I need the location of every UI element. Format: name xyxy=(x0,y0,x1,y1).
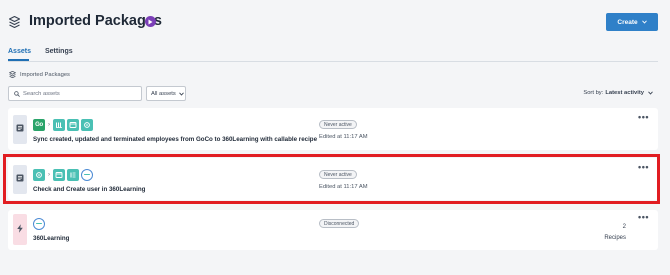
asset-name[interactable]: Sync created, updated and terminated emp… xyxy=(33,136,317,143)
lightning-icon xyxy=(13,214,27,245)
more-options-icon[interactable]: ••• xyxy=(638,213,649,222)
tab-bar: Assets Settings xyxy=(8,46,658,62)
chevron-down-icon xyxy=(648,91,653,95)
breadcrumb: Imported Packages xyxy=(9,71,70,78)
recipes-label: Recipes xyxy=(604,235,626,241)
asset-filter-dropdown[interactable]: All assets xyxy=(146,86,186,101)
asset-name[interactable]: 360Learning xyxy=(33,235,69,242)
asset-card-recipe[interactable]: Go › Sync created, updated and terminate… xyxy=(8,108,658,150)
create-button-label: Create xyxy=(617,18,638,26)
search-box xyxy=(8,86,142,101)
sort-prefix: Sort by: xyxy=(583,90,604,96)
edited-time: Edited at 11:17 AM xyxy=(319,134,368,140)
sort-dropdown[interactable]: Sort by: Latest activity xyxy=(583,90,653,96)
chevron-down-icon xyxy=(641,20,647,24)
360learning-app-icon xyxy=(33,218,45,230)
gear-app-icon xyxy=(81,119,93,131)
create-button[interactable]: Create xyxy=(606,13,658,31)
breadcrumb-label: Imported Packages xyxy=(20,71,70,78)
sheet-app-icon xyxy=(53,119,65,131)
search-icon xyxy=(14,90,20,97)
package-badge-icon xyxy=(145,16,156,27)
status-badge: Never active xyxy=(319,120,357,129)
selection-highlight xyxy=(3,154,660,204)
recipe-icon xyxy=(13,115,27,144)
package-stack-icon xyxy=(9,16,20,28)
package-stack-icon xyxy=(9,71,16,78)
search-input[interactable] xyxy=(23,88,137,99)
filter-label: All assets xyxy=(151,90,176,97)
status-badge: Disconnected xyxy=(319,219,360,228)
more-options-icon[interactable]: ••• xyxy=(638,113,649,122)
goco-app-icon: Go xyxy=(33,119,45,131)
sort-value: Latest activity xyxy=(605,90,644,96)
page-header: Imported Packages Create xyxy=(8,12,658,36)
tab-settings[interactable]: Settings xyxy=(45,48,73,55)
recipes-count: 2 xyxy=(622,224,626,230)
chevron-right-icon: › xyxy=(48,122,50,128)
connection-app xyxy=(33,218,45,230)
chevron-down-icon xyxy=(178,91,184,96)
asset-card-connection[interactable]: 360Learning Disconnected 2 Recipes ••• xyxy=(8,210,658,250)
recipe-app-chain: Go › xyxy=(33,119,93,131)
page-title: Imported Packages xyxy=(29,13,162,29)
calendar-app-icon xyxy=(67,119,79,131)
tab-assets[interactable]: Assets xyxy=(8,48,31,55)
active-tab-indicator xyxy=(8,59,29,61)
